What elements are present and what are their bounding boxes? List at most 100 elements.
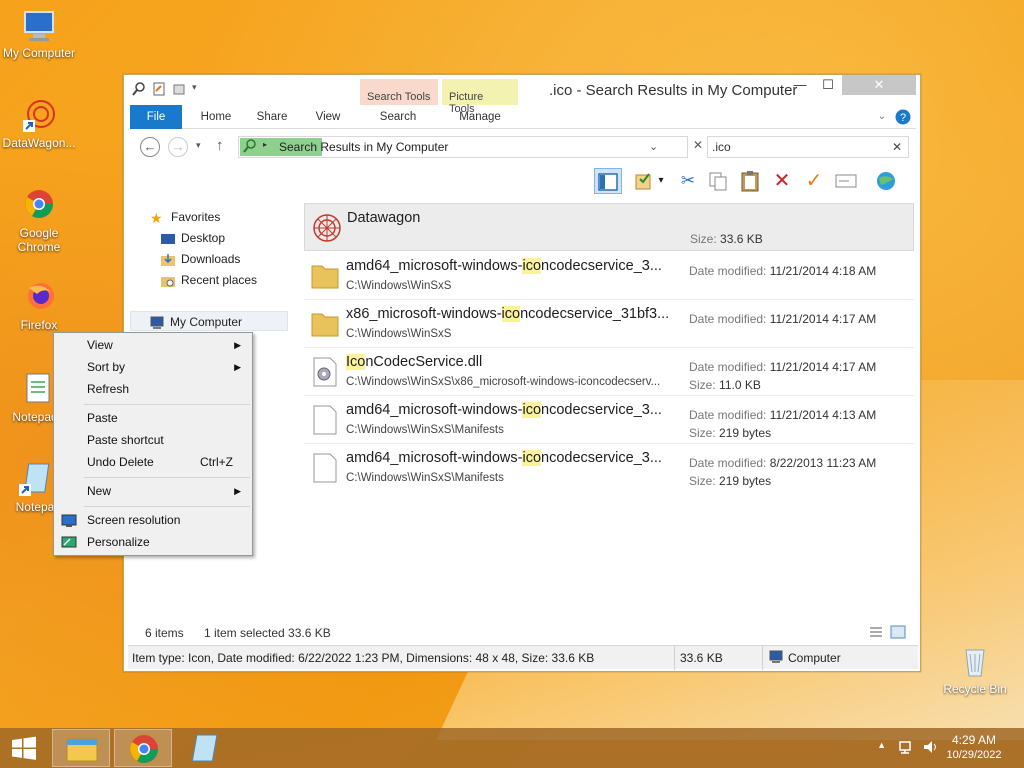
computer-icon bbox=[768, 650, 784, 667]
file-explorer-icon bbox=[66, 738, 98, 762]
menu-item-undo-delete[interactable]: Undo Delete Ctrl+Z bbox=[55, 451, 251, 473]
close-button[interactable]: ✕ bbox=[842, 75, 916, 95]
search-icon[interactable] bbox=[132, 82, 146, 96]
properties-icon[interactable] bbox=[152, 82, 166, 96]
copy-icon[interactable] bbox=[704, 168, 732, 194]
tab-file[interactable]: File bbox=[130, 105, 182, 129]
nav-recent-places[interactable]: Recent places bbox=[160, 270, 257, 290]
svg-text:?: ? bbox=[900, 112, 906, 124]
chevron-down-icon[interactable]: ▾ bbox=[192, 82, 202, 96]
preview-pane-button[interactable] bbox=[594, 168, 622, 194]
tab-share[interactable]: Share bbox=[250, 105, 294, 129]
menu-item-refresh[interactable]: Refresh bbox=[55, 378, 251, 400]
chevron-right-icon[interactable]: ▸ bbox=[263, 140, 267, 149]
taskbar-file-explorer[interactable] bbox=[52, 729, 110, 767]
clock-date[interactable]: 10/29/2022 bbox=[938, 749, 1010, 761]
menu-item-paste-shortcut[interactable]: Paste shortcut bbox=[55, 429, 251, 451]
file-row[interactable]: amd64_microsoft-windows-iconcodecservice… bbox=[304, 444, 914, 492]
address-bar[interactable]: ▸ Search Results in My Computer ⌄ bbox=[238, 136, 688, 158]
desktop-icon-firefox[interactable]: Firefox bbox=[0, 280, 78, 332]
file-list: Datawagon Size: 33.6 KB amd64_microsoft-… bbox=[304, 201, 914, 621]
delete-icon[interactable]: ✕ bbox=[768, 168, 796, 194]
desktop-icon-my-computer[interactable]: My Computer bbox=[0, 8, 78, 60]
nav-downloads[interactable]: Downloads bbox=[160, 249, 240, 269]
desktop-icon-chrome[interactable]: Google Chrome bbox=[0, 188, 78, 254]
desktop-icon-recycle-bin[interactable]: Recycle Bin bbox=[936, 644, 1014, 696]
desktop-icon-datawagon[interactable]: DataWagon... bbox=[0, 98, 78, 150]
globe-icon[interactable] bbox=[872, 168, 900, 194]
ribbon-expand-chevron-icon[interactable]: ⌄ bbox=[874, 105, 890, 129]
tab-view[interactable]: View bbox=[308, 105, 348, 129]
downloads-icon bbox=[160, 253, 176, 267]
details-view-icon[interactable] bbox=[868, 625, 884, 642]
show-hidden-icons-chevron-icon[interactable]: ▲ bbox=[877, 740, 886, 750]
windows-logo-icon bbox=[12, 736, 36, 760]
minimize-button[interactable]: — bbox=[786, 75, 814, 95]
nav-my-computer[interactable]: My Computer bbox=[130, 311, 288, 331]
help-icon[interactable]: ? bbox=[894, 105, 912, 129]
menu-separator bbox=[84, 404, 250, 405]
file-row-datawagon[interactable]: Datawagon Size: 33.6 KB bbox=[304, 203, 914, 251]
menu-item-view[interactable]: View ▶ bbox=[55, 334, 251, 356]
file-row[interactable]: amd64_microsoft-windows-iconcodecservice… bbox=[304, 252, 914, 300]
divider bbox=[762, 646, 763, 670]
menu-item-screen-resolution[interactable]: Screen resolution bbox=[55, 509, 251, 531]
tab-manage[interactable]: Manage bbox=[452, 105, 508, 129]
file-row[interactable]: IconCodecService.dll C:\Windows\WinSxS\x… bbox=[304, 348, 914, 396]
details-text: Item type: Icon, Date modified: 6/22/202… bbox=[132, 651, 595, 665]
menu-item-new[interactable]: New ▶ bbox=[55, 480, 251, 502]
file-date: Date modified: 11/21/2014 4:17 AM bbox=[689, 312, 877, 326]
nav-favorites[interactable]: ★ Favorites bbox=[150, 207, 220, 227]
start-button[interactable] bbox=[0, 729, 48, 767]
tab-search[interactable]: Search bbox=[370, 105, 426, 129]
notepad-icon bbox=[191, 734, 218, 762]
taskbar: ▲ 4:29 AM 10/29/2022 bbox=[0, 728, 1024, 768]
rename-icon[interactable] bbox=[832, 168, 860, 194]
selection-info: 1 item selected 33.6 KB bbox=[204, 626, 331, 640]
forward-button[interactable]: → bbox=[168, 137, 188, 157]
up-button[interactable]: ↑ bbox=[216, 137, 224, 154]
file-name: IconCodecService.dll bbox=[346, 354, 483, 370]
file-row[interactable]: x86_microsoft-windows-iconcodecservice_3… bbox=[304, 300, 914, 348]
recycle-bin-icon bbox=[957, 644, 993, 680]
file-size: Size: 11.0 KB bbox=[689, 378, 761, 392]
menu-item-personalize[interactable]: Personalize bbox=[55, 531, 251, 553]
computer-icon bbox=[21, 8, 57, 44]
large-icons-view-icon[interactable] bbox=[890, 625, 906, 642]
file-path: C:\Windows\WinSxS\Manifests bbox=[346, 472, 504, 484]
file-date: Date modified: 8/22/2013 11:23 AM bbox=[689, 456, 877, 470]
menu-item-sort-by[interactable]: Sort by ▶ bbox=[55, 356, 251, 378]
new-folder-icon[interactable] bbox=[172, 82, 186, 96]
clear-address-button[interactable]: ✕ bbox=[690, 138, 706, 156]
rename-check-icon[interactable]: ✓ bbox=[800, 168, 828, 194]
file-path: C:\Windows\WinSxS\x86_microsoft-windows-… bbox=[346, 376, 661, 388]
file-path: C:\Windows\WinSxS bbox=[346, 280, 452, 292]
paste-icon[interactable] bbox=[736, 168, 764, 194]
folder-icon bbox=[310, 260, 340, 292]
clock-time[interactable]: 4:29 AM bbox=[946, 733, 1002, 747]
taskbar-chrome[interactable] bbox=[114, 729, 172, 767]
cut-icon[interactable]: ✂ bbox=[674, 168, 702, 194]
back-button[interactable]: ← bbox=[140, 137, 160, 157]
taskbar-notepad[interactable] bbox=[176, 729, 234, 767]
nav-desktop[interactable]: Desktop bbox=[160, 228, 225, 248]
file-row[interactable]: amd64_microsoft-windows-iconcodecservice… bbox=[304, 396, 914, 444]
network-icon[interactable] bbox=[898, 739, 916, 758]
desktop-icon bbox=[160, 232, 176, 246]
recent-places-icon bbox=[160, 274, 176, 288]
search-input[interactable] bbox=[712, 138, 882, 156]
menu-separator bbox=[84, 506, 250, 507]
recent-locations-chevron-icon[interactable]: ▾ bbox=[196, 140, 201, 151]
file-size: Size: 219 bytes bbox=[689, 474, 772, 488]
address-text: Search Results in My Computer bbox=[279, 140, 449, 154]
search-box[interactable]: ✕ bbox=[707, 136, 909, 158]
address-dropdown-icon[interactable]: ⌄ bbox=[649, 140, 658, 153]
chevron-down-icon[interactable]: ▾ bbox=[654, 168, 668, 194]
maximize-button[interactable]: ☐ bbox=[814, 75, 842, 95]
clear-search-icon[interactable]: ✕ bbox=[892, 140, 902, 154]
firefox-icon bbox=[21, 280, 57, 316]
notepad-icon bbox=[17, 462, 53, 498]
personalize-icon bbox=[61, 535, 77, 549]
tab-home[interactable]: Home bbox=[194, 105, 238, 129]
menu-item-paste[interactable]: Paste bbox=[55, 407, 251, 429]
